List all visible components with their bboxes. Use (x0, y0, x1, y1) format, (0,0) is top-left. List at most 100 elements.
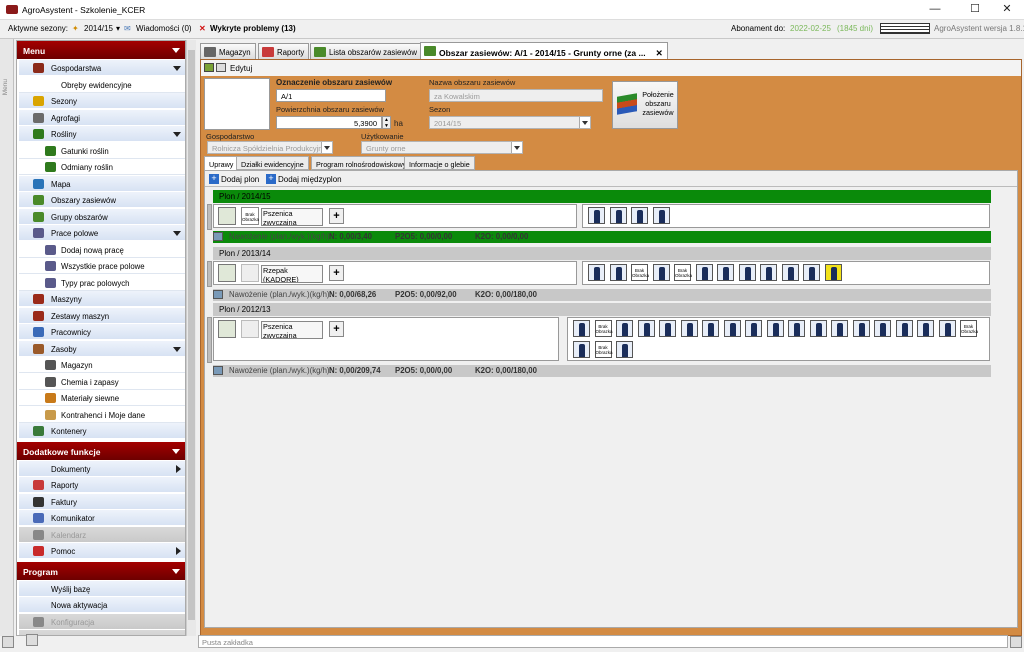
menu-item-agrofagi[interactable]: Agrofagi (19, 109, 185, 126)
field-operation-icon[interactable]: Brak Obrazka (960, 320, 978, 337)
problems-link[interactable]: Wykryte problemy (13) (210, 24, 296, 33)
location-button[interactable]: Położenie obszaru zasiewów (612, 81, 678, 129)
field-operation-icon[interactable] (588, 264, 605, 281)
add-crop-button[interactable]: Dodaj plon (221, 175, 259, 184)
inner-tab-program-rolnosrodowiskowy[interactable]: Program rolnośrodowiskowy (311, 156, 412, 170)
menu-item-grupy-obszarow[interactable]: Grupy obszarów (19, 208, 185, 225)
field-operation-icon[interactable] (803, 264, 820, 281)
field-operation-icon[interactable] (616, 320, 633, 337)
chevron-right-icon[interactable] (176, 464, 181, 473)
field-operation-icon[interactable] (938, 320, 956, 337)
tab-lista-obszarow-zasiewow[interactable]: Lista obszarów zasiewów (310, 43, 422, 59)
settings-icon[interactable] (26, 634, 38, 646)
field-operation-icon[interactable] (745, 320, 762, 337)
menu-item-zasoby[interactable]: Zasoby (19, 340, 185, 357)
field-operation-icon[interactable] (609, 264, 627, 281)
menu-item-magazyn[interactable]: Magazyn (19, 357, 185, 373)
field-operation-icon[interactable] (874, 320, 891, 337)
menu-item-faktury[interactable]: Faktury (19, 493, 185, 510)
field-operation-icon[interactable] (852, 320, 870, 337)
field-operation-icon[interactable] (831, 320, 848, 337)
field-operation-icon[interactable] (895, 320, 913, 337)
menu-item-obszary-zasiewow[interactable]: Obszary zasiewów (19, 192, 185, 208)
field-operation-icon[interactable] (609, 207, 627, 224)
menu-item-wyslij-baze[interactable]: Wyślij bazę (19, 580, 185, 597)
inner-tab-informacje-o-glebie[interactable]: Informacje o glebie (404, 156, 475, 170)
menu-section-header[interactable]: Program (17, 561, 185, 580)
field-operation-icon[interactable] (766, 320, 784, 337)
field-operation-icon[interactable] (824, 264, 842, 281)
uzytkowanie-dropdown[interactable]: Grunty orne (361, 141, 523, 154)
row-grip[interactable] (207, 261, 212, 287)
tab-raporty[interactable]: Raporty (258, 43, 310, 59)
menu-item-dokumenty[interactable]: Dokumenty (19, 460, 185, 477)
chevron-down-icon[interactable]: ▾ (116, 24, 120, 33)
pin-icon[interactable] (2, 636, 14, 648)
field-operation-icon[interactable] (573, 341, 590, 358)
field-operation-icon[interactable] (659, 320, 676, 337)
chevron-down-icon[interactable] (173, 132, 181, 137)
add-catchcrop-button[interactable]: Dodaj międzyplon (278, 175, 342, 184)
minimize-button[interactable]: — (918, 0, 952, 20)
messages-link[interactable]: Wiadomości (0) (136, 24, 192, 33)
menu-item-rosliny[interactable]: Rośliny (19, 126, 185, 142)
menu-section-header[interactable]: Dodatkowe funkcje (17, 441, 185, 460)
field-operation-icon[interactable] (631, 207, 648, 224)
field-operation-icon[interactable] (680, 320, 698, 337)
menu-item-materialy-siewne[interactable]: Materiały siewne (19, 390, 185, 406)
row-grip[interactable] (207, 204, 212, 230)
chevron-down-icon[interactable] (173, 66, 181, 71)
add-operation-icon[interactable]: + (329, 321, 344, 337)
field-operation-icon[interactable] (652, 264, 670, 281)
field-operation-icon[interactable] (738, 264, 756, 281)
menu-scrollbar[interactable] (186, 40, 196, 636)
menu-item-pomoc[interactable]: Pomoc (19, 543, 185, 559)
oznaczenie-field[interactable]: A/1 (276, 89, 386, 102)
field-operation-icon[interactable]: Brak Obrazka (631, 264, 649, 281)
menu-item-komunikator[interactable]: Komunikator (19, 510, 185, 526)
field-operation-icon[interactable] (695, 264, 713, 281)
gospodarstwo-dropdown[interactable]: Rolnicza Spółdzielnia Produkcyjna (207, 141, 333, 154)
chevron-down-icon[interactable] (172, 568, 180, 574)
menu-item-kontrahenci-i-moje-dane[interactable]: Kontrahenci i Moje dane (19, 406, 185, 423)
maximize-button[interactable]: ☐ (958, 0, 992, 20)
menu-item-typy-prac-polowych[interactable]: Typy prac polowych (19, 274, 185, 291)
menu-item-obreby-ewidencyjne[interactable]: Obręby ewidencyjne (19, 76, 185, 93)
pin-right-icon[interactable] (1010, 636, 1022, 648)
menu-item-wszystkie-prace-polowe[interactable]: Wszystkie prace polowe (19, 258, 185, 274)
field-operation-icon[interactable] (723, 320, 741, 337)
field-operation-icon[interactable]: Brak Obrazka (674, 264, 692, 281)
field-operation-icon[interactable]: Brak Obrazka (594, 320, 613, 337)
chevron-down-icon[interactable] (321, 142, 332, 153)
field-operation-icon[interactable] (760, 264, 777, 281)
menu-item-dodaj-nowa-prace[interactable]: Dodaj nową pracę (19, 241, 185, 258)
menu-item-maszyny[interactable]: Maszyny (19, 291, 185, 307)
field-operation-icon[interactable] (637, 320, 655, 337)
field-operation-icon[interactable] (588, 207, 605, 224)
nazwa-field[interactable]: za Kowalskim (429, 89, 603, 102)
field-operation-icon[interactable]: Brak Obrazka (594, 341, 613, 358)
crop-name[interactable]: Rzepak (KADORE) (261, 265, 323, 283)
edit-button[interactable]: Edytuj (230, 64, 252, 73)
chevron-right-icon[interactable] (176, 547, 181, 555)
menu-item-gatunki-roslin[interactable]: Gatunki roślin (19, 142, 185, 159)
row-grip[interactable] (207, 317, 212, 363)
crop-name[interactable]: Pszenica zwyczajna (BUTEO) (261, 321, 323, 339)
field-operation-icon[interactable] (917, 320, 934, 337)
sezon-dropdown[interactable]: 2014/15 (429, 116, 591, 129)
tab-magazyn[interactable]: Magazyn (200, 43, 256, 59)
close-button[interactable]: ✕ (990, 0, 1024, 20)
field-operation-icon[interactable] (702, 320, 719, 337)
field-operation-icon[interactable] (573, 320, 590, 337)
field-operation-icon[interactable] (717, 264, 734, 281)
menu-item-kontenery[interactable]: Kontenery (19, 423, 185, 439)
chevron-down-icon[interactable] (511, 142, 522, 153)
add-operation-icon[interactable]: + (329, 208, 344, 224)
chevron-down-icon[interactable] (172, 48, 180, 53)
close-tab-icon[interactable]: ✕ (656, 48, 663, 58)
menu-item-gospodarstwa[interactable]: Gospodarstwa (19, 60, 185, 76)
chevron-down-icon[interactable] (173, 231, 181, 236)
menu-item-raporty[interactable]: Raporty (19, 477, 185, 493)
chevron-down-icon[interactable] (173, 346, 181, 352)
menu-item-sezony[interactable]: Sezony (19, 93, 185, 109)
